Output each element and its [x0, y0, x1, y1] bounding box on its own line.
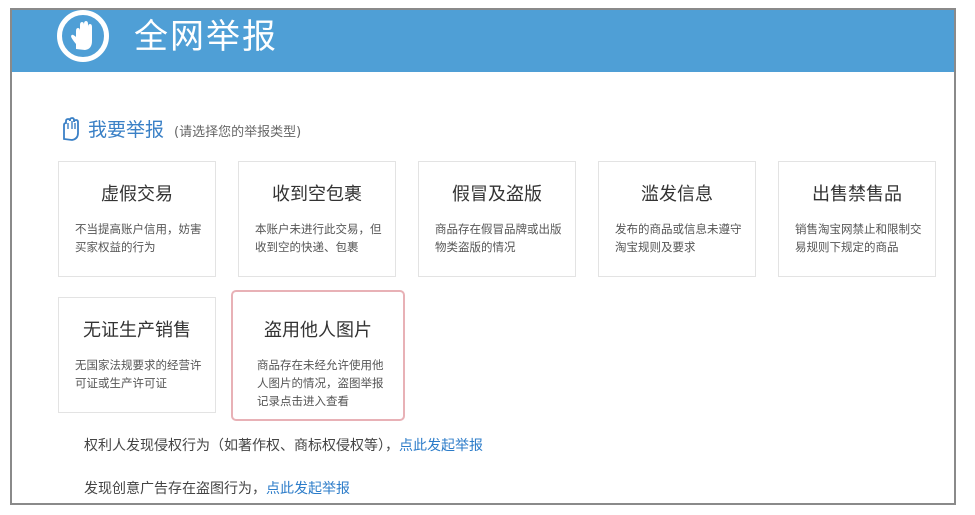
ad-report-line: 发现创意广告存在盗图行为，点此发起举报 [84, 478, 350, 498]
card-title: 无证生产销售 [83, 320, 191, 341]
header-banner: 全网举报 [12, 10, 954, 72]
card-title: 出售禁售品 [812, 184, 902, 205]
category-card-unlicensed[interactable]: 无证生产销售 无国家法规要求的经营许可证或生产许可证 [58, 297, 216, 413]
category-card-image-theft[interactable]: 盗用他人图片 商品存在未经允许使用他人图片的情况，盗图举报记录点击进入查看 [231, 290, 405, 421]
card-desc: 销售淘宝网禁止和限制交易规则下规定的商品 [795, 222, 922, 254]
category-card-empty-package[interactable]: 收到空包裹 本账户未进行此交易，但收到空的快递、包裹 [238, 161, 396, 277]
hand-icon [57, 10, 109, 62]
card-title: 盗用他人图片 [264, 320, 372, 341]
card-desc: 无国家法规要求的经营许可证或生产许可证 [75, 358, 202, 390]
ad-text: 发现创意广告存在盗图行为， [84, 481, 266, 497]
card-desc: 发布的商品或信息未遵守淘宝规则及要求 [615, 222, 742, 254]
category-card-counterfeit[interactable]: 假冒及盗版 商品存在假冒品牌或出版物类盗版的情况 [418, 161, 576, 277]
hand-outline-icon [63, 116, 79, 141]
ad-report-link[interactable]: 点此发起举报 [266, 481, 350, 497]
rights-report-link[interactable]: 点此发起举报 [399, 438, 483, 454]
category-card-fake-transaction[interactable]: 虚假交易 不当提高账户信用，妨害买家权益的行为 [58, 161, 216, 277]
card-desc: 商品存在未经允许使用他人图片的情况，盗图举报记录点击进入查看 [257, 358, 384, 408]
rights-report-line: 权利人发现侵权行为（如著作权、商标权侵权等），点此发起举报 [84, 435, 483, 455]
category-card-prohibited-goods[interactable]: 出售禁售品 销售淘宝网禁止和限制交易规则下规定的商品 [778, 161, 936, 277]
section-title: 我要举报 [88, 119, 165, 141]
rights-text: 权利人发现侵权行为（如著作权、商标权侵权等）， [84, 438, 399, 454]
category-card-spam-info[interactable]: 滥发信息 发布的商品或信息未遵守淘宝规则及要求 [598, 161, 756, 277]
card-title: 滥发信息 [641, 184, 713, 205]
card-title: 假冒及盗版 [452, 184, 542, 205]
card-desc: 商品存在假冒品牌或出版物类盗版的情况 [435, 222, 562, 254]
card-desc: 本账户未进行此交易，但收到空的快递、包裹 [255, 222, 382, 254]
report-page: 全网举报 我要举报 (请选择您的举报类型) 虚假交易 不当提高账户信用，妨害买家… [10, 8, 956, 505]
section-hint: (请选择您的举报类型) [174, 125, 302, 140]
card-title: 收到空包裹 [272, 184, 362, 205]
card-desc: 不当提高账户信用，妨害买家权益的行为 [75, 222, 202, 254]
page-title: 全网举报 [134, 17, 278, 57]
section-heading: 我要举报 (请选择您的举报类型) [60, 115, 301, 142]
card-title: 虚假交易 [101, 184, 173, 205]
